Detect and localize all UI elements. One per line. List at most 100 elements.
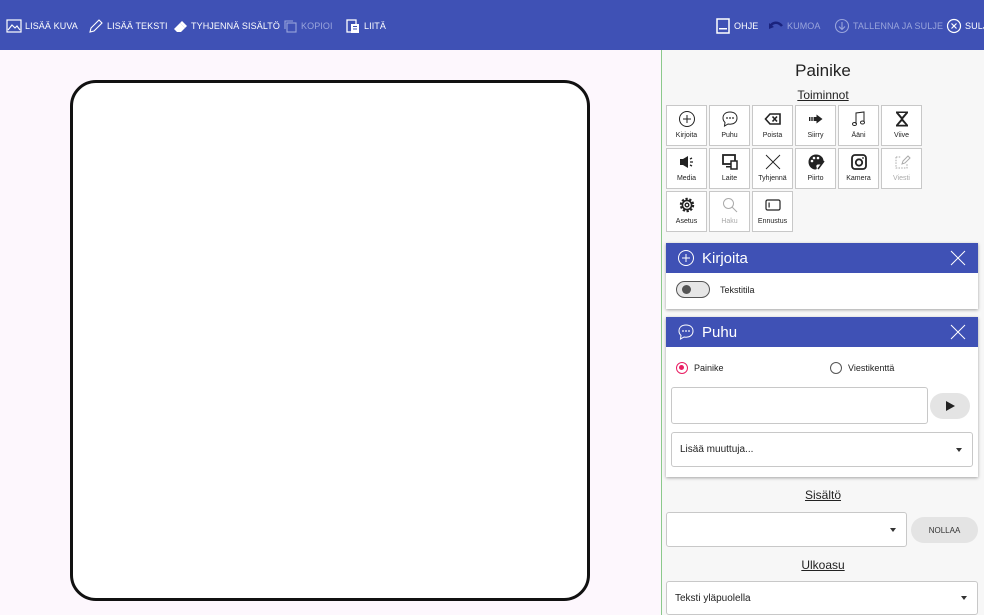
add-text-button[interactable]: LISÄÄ TEKSTI <box>88 17 168 35</box>
copy-label: KOPIOI <box>301 21 333 31</box>
gear-icon <box>679 197 694 213</box>
image-icon <box>6 19 22 33</box>
action-label: Tyhjennä <box>758 175 787 182</box>
radio-field-option[interactable] <box>830 362 842 374</box>
button-preview[interactable] <box>70 80 590 601</box>
reset-button[interactable]: NOLLAA <box>911 517 978 543</box>
content-title: Sisältö <box>804 488 842 502</box>
action-media-button[interactable]: Media <box>666 148 707 189</box>
radio-button-label: Painike <box>694 363 724 373</box>
action-speak-button[interactable]: Puhu <box>709 105 750 146</box>
paste-label: LIITÄ <box>364 21 387 31</box>
help-button[interactable]: OHJE <box>715 17 758 35</box>
appearance-title: Ulkoasu <box>801 558 845 572</box>
action-label: Laite <box>721 175 738 182</box>
hourglass-icon <box>895 111 908 127</box>
radio-button-option[interactable] <box>676 362 688 374</box>
write-card-header: Kirjoita <box>666 243 978 273</box>
action-camera-button[interactable]: Kamera <box>838 148 879 189</box>
chevron-down-icon <box>890 527 896 532</box>
action-label: Ääni <box>851 132 866 139</box>
plus-circle-icon <box>678 111 695 127</box>
speaker-icon <box>679 156 693 168</box>
x-icon <box>765 154 780 170</box>
text-mode-toggle[interactable] <box>676 281 710 298</box>
help-icon <box>716 18 730 34</box>
help-label: OHJE <box>734 21 759 31</box>
paste-icon <box>346 19 359 33</box>
action-label: Poista <box>762 132 783 139</box>
copy-icon <box>284 20 297 33</box>
add-variable-select[interactable]: Lisää muuttuja... <box>671 432 973 467</box>
chevron-down-icon <box>961 596 967 600</box>
action-settings-button[interactable]: Asetus <box>666 191 707 232</box>
message-edit-icon <box>895 155 911 169</box>
add-variable-placeholder: Lisää muuttuja... <box>680 444 754 455</box>
action-label: Haku <box>721 218 738 225</box>
text-mode-label: Tekstitila <box>720 285 755 295</box>
close-circle-icon <box>946 18 962 34</box>
eraser-icon <box>174 21 187 32</box>
close-icon[interactable] <box>950 250 966 266</box>
action-message-button[interactable]: Viesti <box>881 148 922 189</box>
copy-button[interactable]: KOPIOI <box>282 17 333 35</box>
paste-button[interactable]: LIITÄ <box>345 17 386 35</box>
write-card-title: Kirjoita <box>702 249 748 267</box>
action-delete-button[interactable]: Poista <box>752 105 793 146</box>
action-label: Kamera <box>846 175 871 182</box>
action-delay-button[interactable]: Viive <box>881 105 922 146</box>
action-label: Ennustus <box>757 218 788 225</box>
top-toolbar: LISÄÄ KUVA LISÄÄ TEKSTI TYHJENNÄ SISÄLTÖ… <box>0 0 984 50</box>
appearance-select-value: Teksti yläpuolella <box>675 592 751 604</box>
save-close-label: TALLENNA JA SULJE <box>853 21 944 31</box>
prediction-icon <box>764 199 781 211</box>
action-prediction-button[interactable]: Ennustus <box>752 191 793 232</box>
action-goto-button[interactable]: Siirry <box>795 105 836 146</box>
search-icon <box>722 198 737 213</box>
close-button[interactable]: SULJE <box>946 17 984 35</box>
action-label: Asetus <box>675 218 698 225</box>
backspace-icon <box>763 113 781 125</box>
undo-label: KUMOA <box>787 21 821 31</box>
action-label: Viive <box>893 132 910 139</box>
pencil-icon <box>89 19 103 33</box>
action-device-button[interactable]: Laite <box>709 148 750 189</box>
clear-content-button[interactable]: TYHJENNÄ SISÄLTÖ <box>172 17 280 35</box>
action-clear-button[interactable]: Tyhjennä <box>752 148 793 189</box>
speak-card: Puhu Painike Viestikenttä Lisää muuttuja… <box>666 317 978 477</box>
write-card: Kirjoita Tekstitila <box>666 243 978 309</box>
toggle-knob <box>682 285 691 294</box>
clear-content-label: TYHJENNÄ SISÄLTÖ <box>191 21 280 31</box>
devices-icon <box>721 154 738 170</box>
add-image-label: LISÄÄ KUVA <box>25 21 78 31</box>
camera-icon <box>850 154 867 170</box>
save-close-button[interactable]: TALLENNA JA SULJE <box>834 17 943 35</box>
actions-title: Toiminnot <box>797 88 849 102</box>
add-image-button[interactable]: LISÄÄ KUVA <box>6 17 78 35</box>
action-write-button[interactable]: Kirjoita <box>666 105 707 146</box>
panel-title: Painike <box>795 61 851 80</box>
arrow-right-icon <box>808 114 822 124</box>
action-sound-button[interactable]: Ääni <box>838 105 879 146</box>
speak-card-title: Puhu <box>702 323 738 341</box>
speak-card-header: Puhu <box>666 317 978 347</box>
action-draw-button[interactable]: Piirto <box>795 148 836 189</box>
save-down-icon <box>834 18 850 34</box>
appearance-select[interactable]: Teksti yläpuolella <box>666 581 978 615</box>
action-label: Kirjoita <box>675 132 698 139</box>
action-label: Siirry <box>807 132 824 139</box>
play-icon <box>946 401 955 411</box>
action-label: Puhu <box>721 132 738 139</box>
speech-text-input[interactable] <box>671 387 928 424</box>
undo-icon <box>768 21 783 29</box>
action-label: Piirto <box>807 175 824 182</box>
content-select[interactable] <box>666 512 907 547</box>
action-search-button[interactable]: Haku <box>709 191 750 232</box>
action-label: Media <box>676 175 697 182</box>
close-icon[interactable] <box>950 324 966 340</box>
properties-panel: Painike Toiminnot Kirjoita Puhu Poista S… <box>662 50 984 615</box>
music-note-icon <box>851 111 865 126</box>
play-button[interactable] <box>930 393 970 419</box>
undo-button[interactable]: KUMOA <box>768 17 821 35</box>
speech-bubble-icon <box>721 111 738 127</box>
